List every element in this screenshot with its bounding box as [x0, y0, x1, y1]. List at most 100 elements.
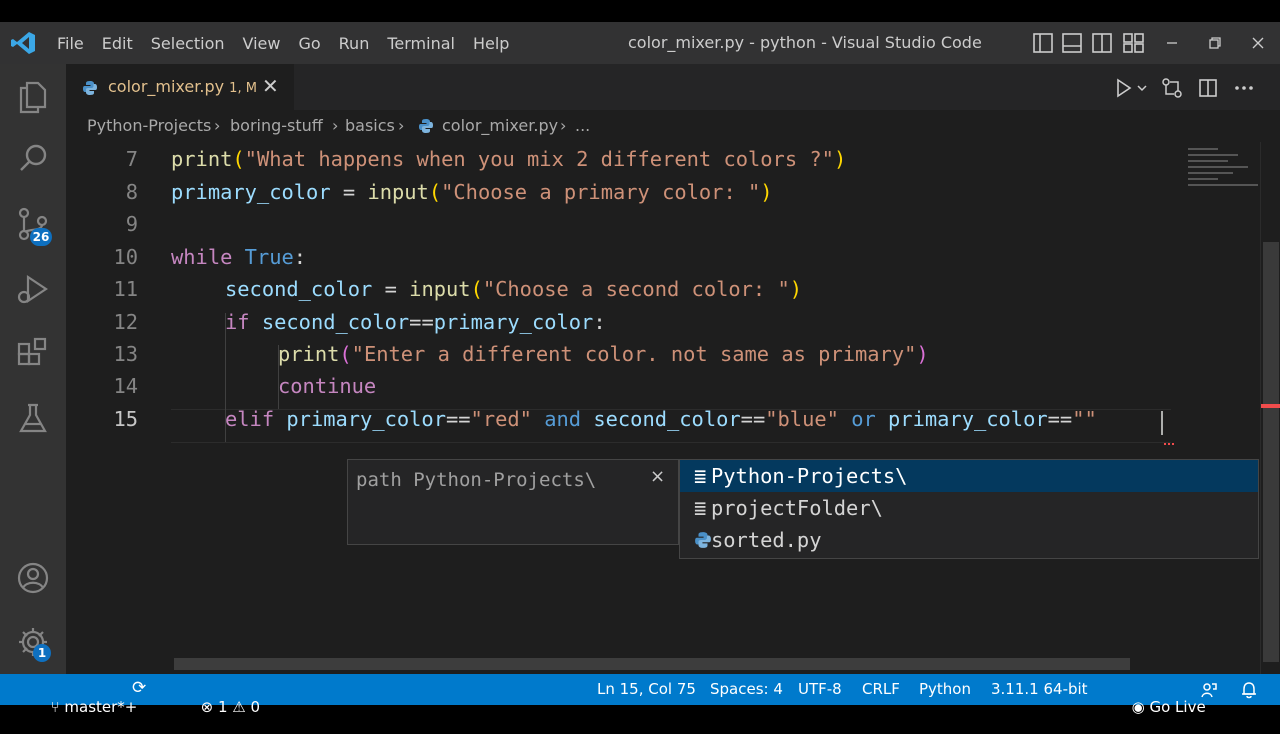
tab-status: 1, M — [229, 81, 257, 96]
folder-icon: ≣ — [694, 496, 707, 520]
tab-label: color_mixer.py 1, M — [108, 77, 257, 96]
error-squiggle — [1164, 440, 1174, 445]
line-number: 10 — [113, 245, 138, 269]
breadcrumb-item[interactable]: basics — [345, 116, 395, 135]
search-icon[interactable] — [13, 139, 53, 179]
code-line-11: second_color = input("Choose a second co… — [225, 277, 803, 301]
toggle-panel-icon[interactable] — [1062, 33, 1082, 53]
status-bar: ⑂ master*+ ⟳ ⊗ 1 ⚠ 0 Ln 15, Col 75 Space… — [0, 674, 1280, 716]
settings-badge: 1 — [33, 644, 51, 662]
git-branch-icon: ⑂ — [50, 698, 60, 716]
close-window-icon[interactable] — [1252, 37, 1264, 49]
folder-icon: ≣ — [694, 464, 707, 488]
window-title: color_mixer.py - python - Visual Studio … — [628, 33, 982, 52]
horizontal-scrollbar[interactable] — [174, 658, 1130, 670]
run-debug-icon[interactable] — [13, 269, 53, 309]
menu-run[interactable]: Run — [330, 34, 379, 53]
run-dropdown-chevron-icon[interactable] — [1137, 85, 1147, 92]
breadcrumb-item[interactable]: Python-Projects — [87, 116, 211, 135]
suggestion-item[interactable]: ≣ Python-Projects\ — [680, 460, 1258, 492]
account-icon[interactable] — [13, 558, 53, 598]
broadcast-icon: ◉ — [1131, 698, 1145, 716]
parameter-hint: path Python-Projects\ × — [347, 459, 679, 545]
line-number: 12 — [113, 310, 138, 334]
close-tab-icon[interactable]: ✕ — [262, 74, 279, 98]
line-number: 11 — [113, 277, 138, 301]
line-number: 8 — [125, 180, 138, 204]
testing-icon[interactable] — [13, 399, 53, 439]
source-control-badge: 26 — [30, 228, 52, 246]
feedback-icon[interactable] — [1200, 681, 1218, 699]
go-live-button[interactable]: ◉ Go Live — [1103, 680, 1206, 734]
notifications-bell-icon[interactable] — [1241, 681, 1257, 699]
close-hint-icon[interactable]: × — [650, 466, 665, 487]
vscode-logo-icon — [11, 32, 35, 54]
chevron-right-icon: › — [332, 116, 339, 135]
code-line-12: if second_color==primary_color: — [225, 310, 606, 334]
chevron-right-icon: › — [214, 116, 221, 135]
sync-icon[interactable]: ⟳ — [132, 678, 146, 698]
autocomplete-widget: ≣ Python-Projects\ ≣ projectFolder\ sort… — [679, 459, 1259, 559]
indentation[interactable]: Spaces: 4 — [710, 680, 783, 698]
code-line-13: print("Enter a different color. not same… — [278, 342, 929, 366]
line-number: 7 — [125, 147, 138, 171]
toggle-primary-sidebar-icon[interactable] — [1033, 33, 1053, 53]
restore-icon[interactable] — [1209, 37, 1221, 49]
line-number: 13 — [113, 342, 138, 366]
menu-selection[interactable]: Selection — [142, 34, 234, 53]
run-python-file-icon[interactable] — [1117, 78, 1132, 98]
python-file-icon — [419, 119, 433, 133]
open-changes-icon[interactable] — [1162, 78, 1182, 98]
menu-bar: File Edit Selection View Go Run Terminal… — [48, 22, 518, 64]
menu-help[interactable]: Help — [464, 34, 518, 53]
error-icon: ⊗ — [200, 698, 214, 716]
layout-controls — [1033, 33, 1144, 53]
minimap[interactable] — [1180, 142, 1260, 674]
code-editor[interactable]: 7 8 9 10 11 12 13 14 15 print("What happ… — [66, 142, 1180, 674]
breadcrumb-item[interactable]: color_mixer.py — [442, 116, 558, 135]
branch-indicator[interactable]: ⑂ master*+ — [22, 680, 138, 734]
toggle-secondary-sidebar-icon[interactable] — [1092, 33, 1112, 53]
code-line-10: while True: — [171, 245, 307, 269]
tab-color-mixer[interactable]: color_mixer.py 1, M ✕ — [66, 64, 294, 110]
line-ending[interactable]: CRLF — [862, 680, 900, 698]
code-line-15: elif primary_color=="red" and second_col… — [225, 407, 1097, 431]
suggestion-item[interactable]: sorted.py — [680, 524, 1258, 556]
more-actions-icon[interactable] — [1235, 86, 1253, 90]
vscode-window: File Edit Selection View Go Run Terminal… — [0, 22, 1280, 716]
line-number: 14 — [113, 374, 138, 398]
breadcrumb-item[interactable]: boring-stuff — [230, 116, 323, 135]
code-line-8: primary_color = input("Choose a primary … — [171, 180, 773, 204]
menu-go[interactable]: Go — [289, 34, 329, 53]
line-number-current: 15 — [113, 407, 138, 431]
line-number: 9 — [125, 212, 138, 236]
chevron-right-icon: › — [560, 116, 567, 135]
customize-layout-icon[interactable] — [1123, 33, 1144, 53]
python-interpreter[interactable]: 3.11.1 64-bit — [991, 680, 1088, 698]
problems-indicator[interactable]: ⊗ 1 ⚠ 0 — [172, 680, 260, 734]
menu-edit[interactable]: Edit — [93, 34, 142, 53]
title-bar: File Edit Selection View Go Run Terminal… — [0, 22, 1280, 64]
warning-icon: ⚠ — [232, 698, 246, 716]
extensions-icon[interactable] — [13, 334, 53, 374]
python-file-icon — [83, 81, 97, 95]
activity-bar: 26 1 — [0, 64, 66, 674]
breadcrumb-item[interactable]: ... — [575, 116, 590, 135]
cursor-position[interactable]: Ln 15, Col 75 — [597, 680, 696, 698]
breadcrumb: Python-Projects › boring-stuff › basics … — [66, 110, 1280, 142]
language-mode[interactable]: Python — [919, 680, 971, 698]
tab-strip: color_mixer.py 1, M ✕ — [66, 64, 1280, 110]
menu-terminal[interactable]: Terminal — [378, 34, 464, 53]
parameter-hint-text: path Python-Projects\ — [356, 469, 597, 491]
encoding[interactable]: UTF-8 — [798, 680, 842, 698]
python-file-icon — [695, 532, 711, 548]
editor-actions — [1117, 78, 1253, 98]
explorer-icon[interactable] — [13, 76, 53, 116]
split-editor-icon[interactable] — [1199, 79, 1217, 97]
suggestion-item[interactable]: ≣ projectFolder\ — [680, 492, 1258, 524]
menu-file[interactable]: File — [48, 34, 93, 53]
vertical-scrollbar[interactable] — [1260, 142, 1280, 674]
code-line-7: print("What happens when you mix 2 diffe… — [171, 147, 847, 171]
menu-view[interactable]: View — [234, 34, 290, 53]
text-cursor — [1161, 411, 1163, 435]
